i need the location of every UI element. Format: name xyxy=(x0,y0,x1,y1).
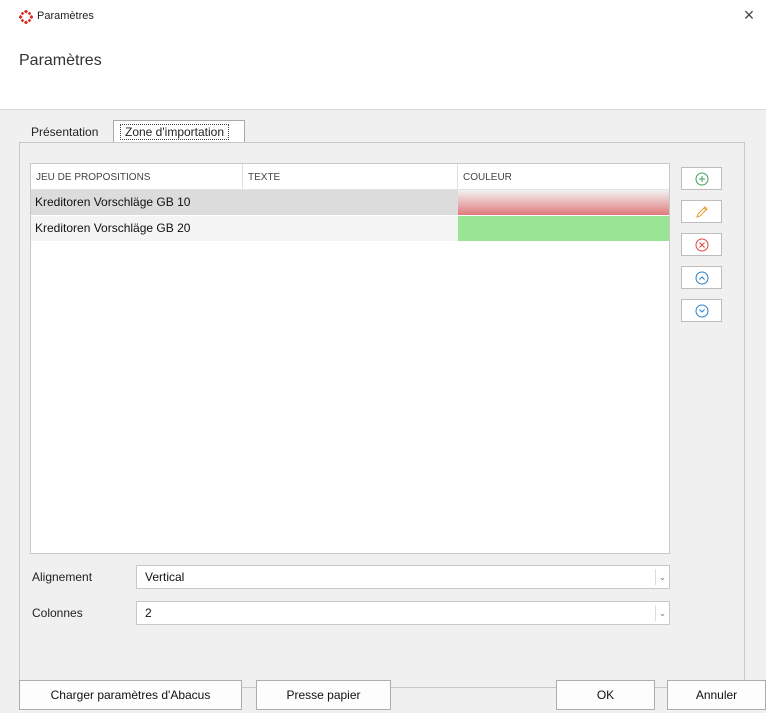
column-header-texte[interactable]: TEXTE xyxy=(243,164,458,189)
move-down-button[interactable] xyxy=(681,299,722,322)
propositions-table[interactable]: JEU DE PROPOSITIONS TEXTE COULEUR Kredit… xyxy=(30,163,670,554)
column-header-couleur[interactable]: COULEUR xyxy=(458,164,669,189)
title-bar: Paramètres × xyxy=(0,0,766,30)
window-title: Paramètres xyxy=(37,10,94,22)
app-logo-icon xyxy=(19,10,33,24)
add-icon xyxy=(695,172,709,186)
presse-papier-button[interactable]: Presse papier xyxy=(256,680,391,710)
tab-zone-importation-label: Zone d'importation xyxy=(120,124,230,140)
edit-icon xyxy=(696,206,708,218)
table-row[interactable]: Kreditoren Vorschläge GB 20 xyxy=(31,216,669,241)
alignement-value: Vertical xyxy=(145,570,185,584)
colonnes-label: Colonnes xyxy=(32,606,83,620)
tab-presentation[interactable]: Présentation xyxy=(25,123,104,143)
page-title: Paramètres xyxy=(19,52,102,69)
add-button[interactable] xyxy=(681,167,722,190)
colonnes-value: 2 xyxy=(145,606,152,620)
annuler-button[interactable]: Annuler xyxy=(667,680,766,710)
color-swatch xyxy=(458,216,669,241)
chevron-down-icon[interactable]: ⌄ xyxy=(655,605,669,621)
ok-button[interactable]: OK xyxy=(556,680,655,710)
table-row[interactable]: Kreditoren Vorschläge GB 10 xyxy=(31,190,669,215)
cell-couleur xyxy=(458,190,669,215)
chevron-down-icon[interactable]: ⌄ xyxy=(655,569,669,585)
remove-icon xyxy=(695,238,709,252)
move-up-icon xyxy=(695,271,709,285)
alignement-label: Alignement xyxy=(32,570,93,584)
alignement-select[interactable]: Vertical ⌄ xyxy=(136,565,670,589)
color-swatch xyxy=(458,190,669,215)
column-header-jeu[interactable]: JEU DE PROPOSITIONS xyxy=(31,164,243,189)
cell-jeu: Kreditoren Vorschläge GB 20 xyxy=(35,221,191,235)
cell-couleur xyxy=(458,216,669,241)
cell-texte xyxy=(243,190,458,215)
remove-button[interactable] xyxy=(681,233,722,256)
dialog-header: Paramètres xyxy=(0,30,766,110)
close-button[interactable]: × xyxy=(738,4,760,26)
table-header: JEU DE PROPOSITIONS TEXTE COULEUR xyxy=(31,164,669,190)
cell-jeu: Kreditoren Vorschläge GB 10 xyxy=(35,195,191,209)
charger-parametres-button[interactable]: Charger paramètres d'Abacus xyxy=(19,680,242,710)
cell-texte xyxy=(243,216,458,241)
move-up-button[interactable] xyxy=(681,266,722,289)
colonnes-select[interactable]: 2 ⌄ xyxy=(136,601,670,625)
tab-zone-importation[interactable]: Zone d'importation xyxy=(113,120,245,143)
move-down-icon xyxy=(695,304,709,318)
edit-button[interactable] xyxy=(681,200,722,223)
